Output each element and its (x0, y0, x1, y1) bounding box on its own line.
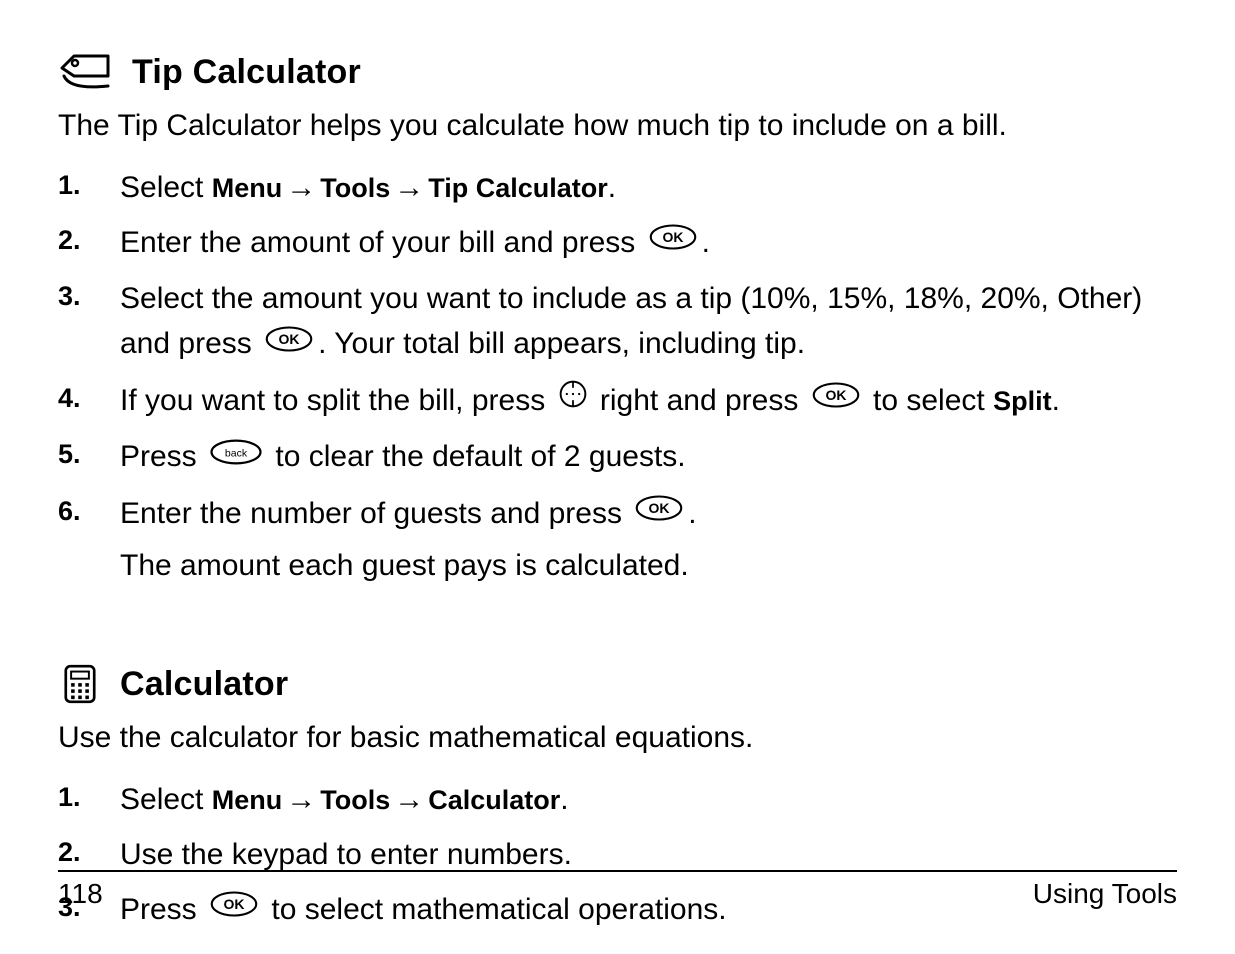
list-item: 1. Select Menu → Tools → Tip Calculator. (58, 165, 1177, 210)
section-title: Calculator (120, 665, 288, 704)
ok-icon (634, 490, 684, 535)
footer-title: Using Tools (1033, 878, 1177, 910)
step-number: 2. (58, 220, 120, 261)
step-number: 2. (58, 832, 120, 873)
step-body: Select Menu → Tools → Calculator. (120, 777, 1177, 822)
step-body: Enter the amount of your bill and press … (120, 220, 1177, 267)
step-number: 5. (58, 434, 120, 475)
step-number: 3. (58, 276, 120, 317)
list-item: 1. Select Menu → Tools → Calculator. (58, 777, 1177, 822)
list-item: 2. Enter the amount of your bill and pre… (58, 220, 1177, 267)
ok-icon (264, 321, 314, 366)
step-body: Select Menu → Tools → Tip Calculator. (120, 165, 1177, 210)
step-body: Press to clear the default of 2 guests. (120, 434, 1177, 481)
ok-icon (648, 219, 698, 264)
steps-list-tipcalc: 1. Select Menu → Tools → Tip Calculator.… (58, 165, 1177, 589)
section-heading-calculator: Calculator (58, 664, 1177, 704)
footer-divider (58, 870, 1177, 872)
step-body: Select the amount you want to include as… (120, 276, 1177, 368)
step-number: 1. (58, 165, 120, 206)
footer: 118 Using Tools (58, 870, 1177, 910)
page-number: 118 (58, 878, 103, 910)
section-heading-tipcalc: Tip Calculator (58, 52, 1177, 92)
calculator-icon (58, 664, 102, 704)
list-item: 3. Select the amount you want to include… (58, 276, 1177, 368)
step-number: 6. (58, 491, 120, 532)
list-item: 5. Press to clear the default of 2 guest… (58, 434, 1177, 481)
page: Tip Calculator The Tip Calculator helps … (0, 0, 1235, 954)
ok-icon (811, 377, 861, 422)
step-body: If you want to split the bill, press rig… (120, 378, 1177, 425)
list-item: 4. If you want to split the bill, press … (58, 378, 1177, 425)
section-intro: Use the calculator for basic mathematica… (58, 718, 1177, 759)
step-number: 1. (58, 777, 120, 818)
section-intro: The Tip Calculator helps you calculate h… (58, 106, 1177, 147)
tag-icon (58, 52, 114, 92)
back-icon (209, 434, 263, 479)
nav-icon (558, 377, 588, 422)
list-item: 6. Enter the number of guests and press … (58, 491, 1177, 589)
section-title: Tip Calculator (132, 53, 361, 92)
step-body: Enter the number of guests and press . T… (120, 491, 1177, 589)
step-number: 4. (58, 378, 120, 419)
